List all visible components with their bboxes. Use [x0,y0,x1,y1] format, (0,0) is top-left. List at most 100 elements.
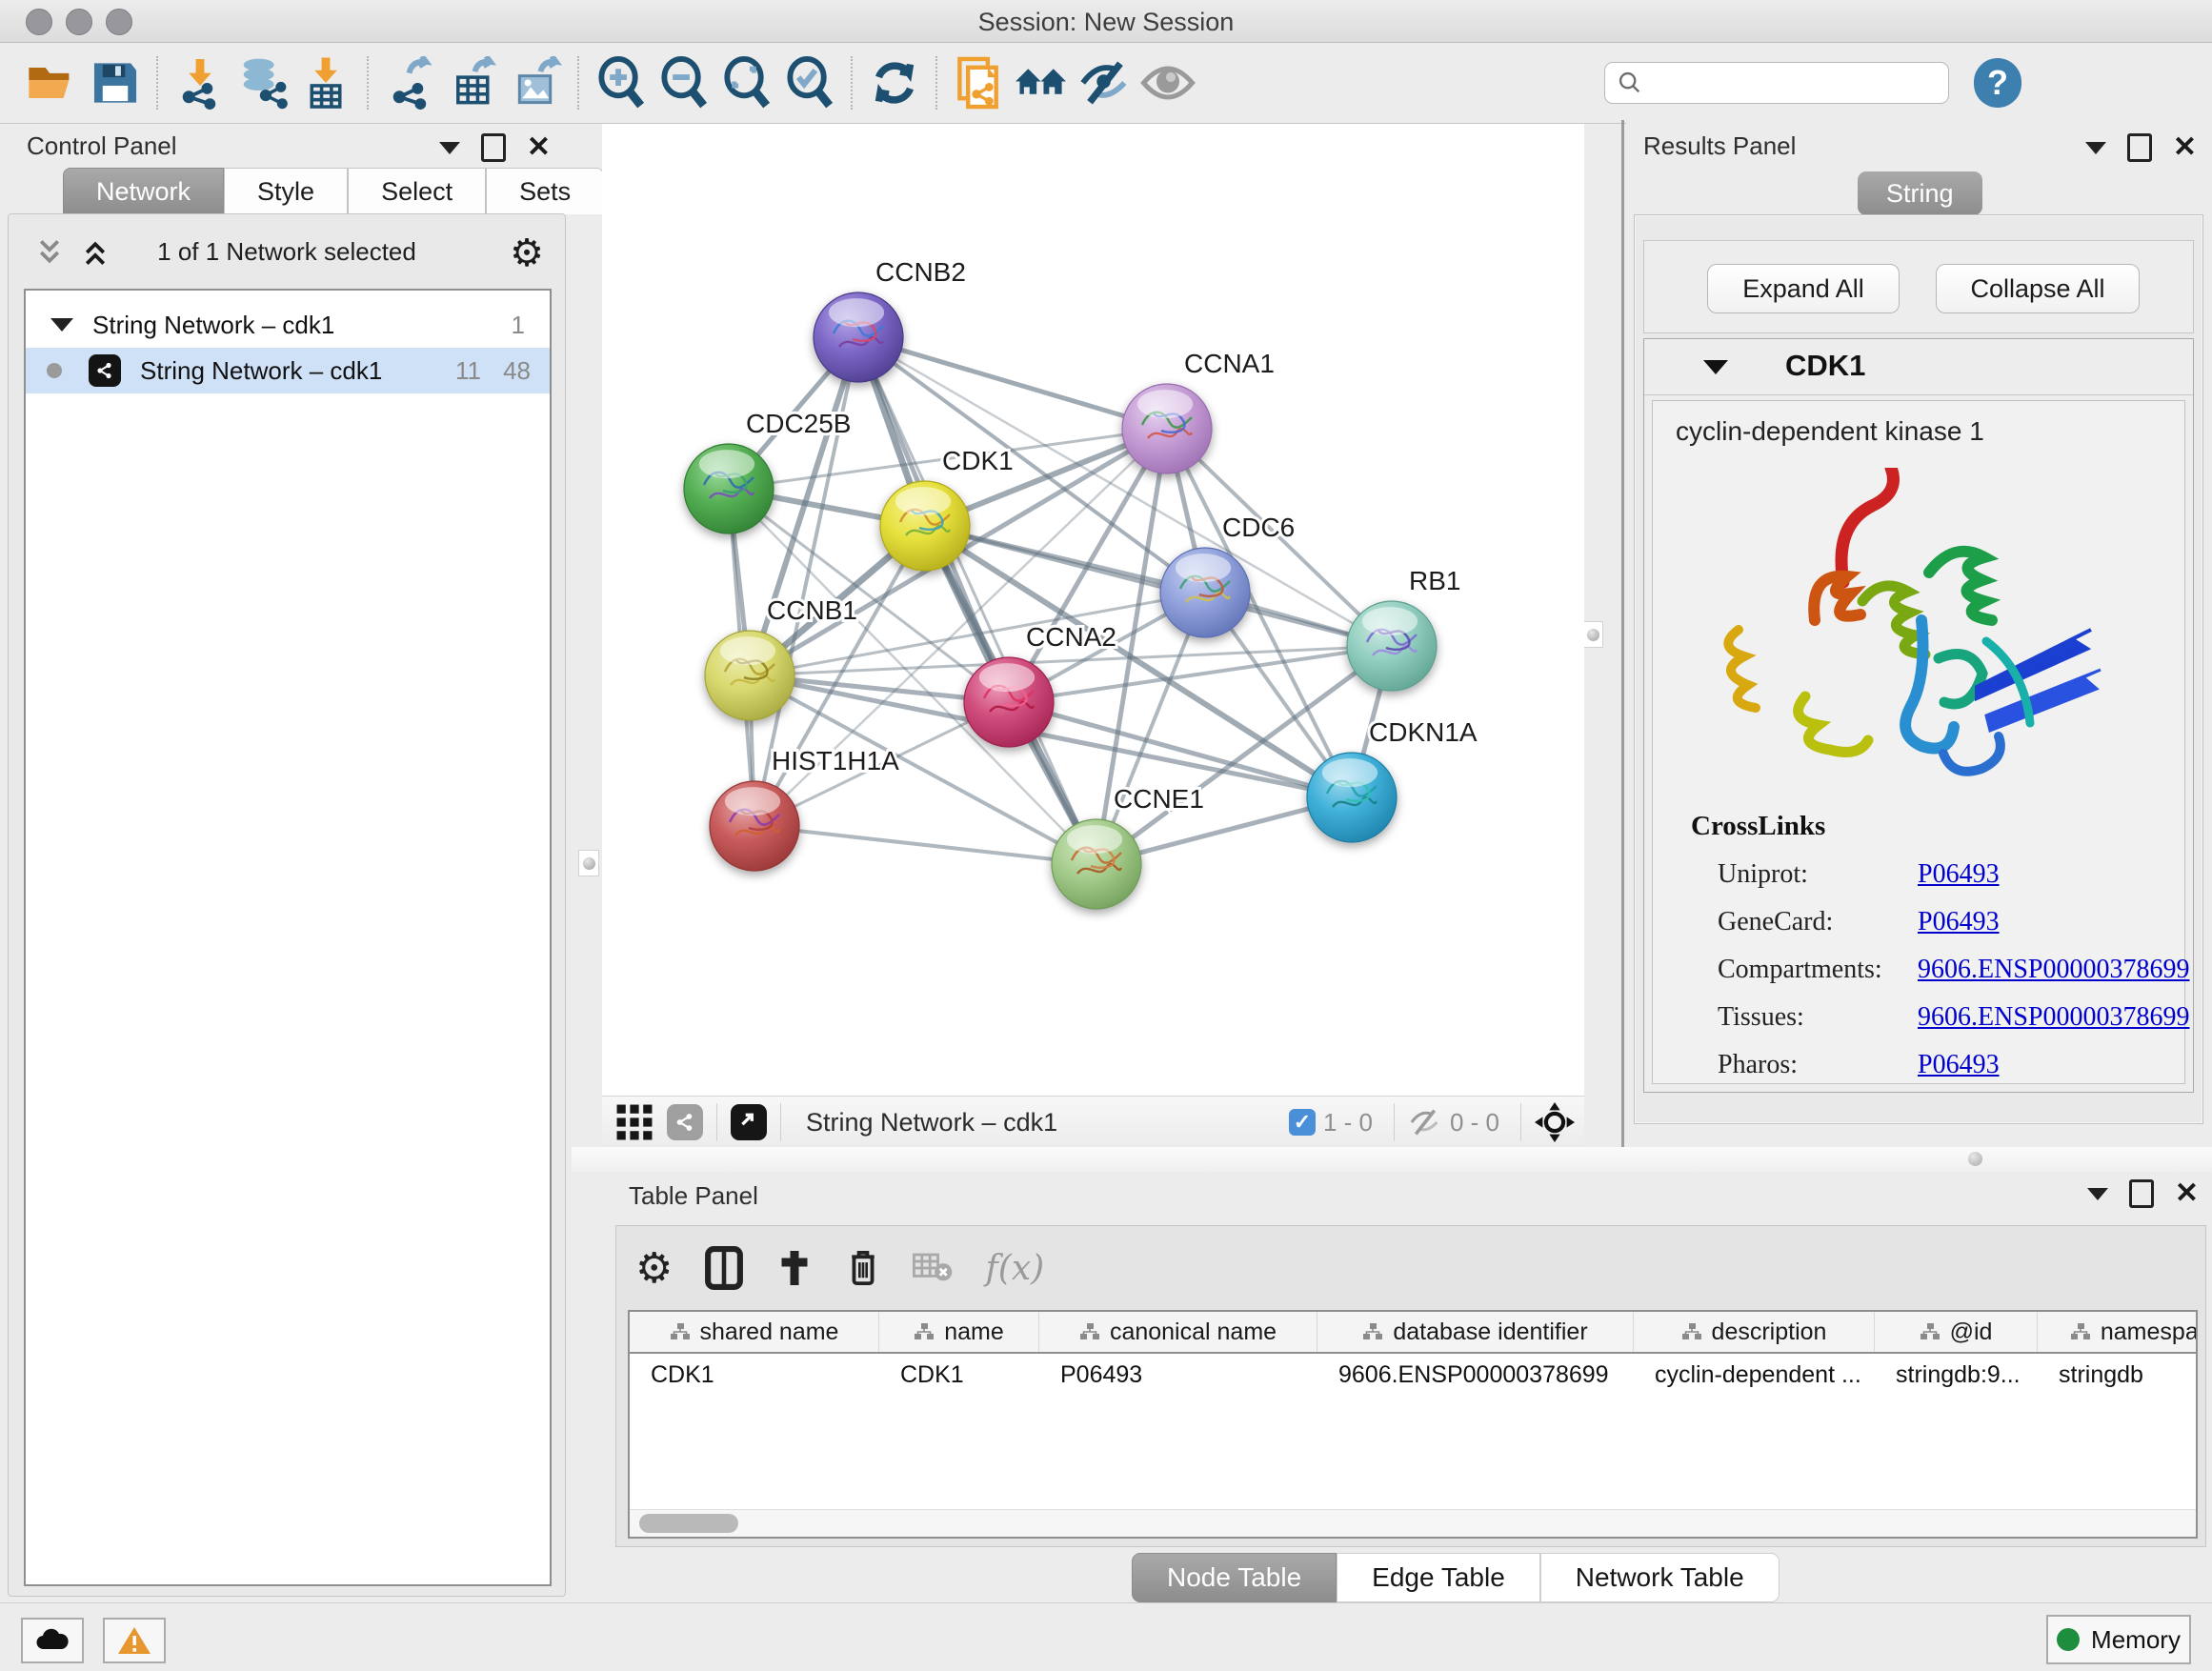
tab-string[interactable]: String [1858,171,1982,215]
tab-select[interactable]: Select [348,168,486,214]
tab-network-table[interactable]: Network Table [1540,1553,1780,1602]
column-header-shared-name[interactable]: shared name [630,1312,879,1352]
network-share-icon[interactable] [667,1104,703,1140]
panel-close-icon[interactable]: ✕ [2175,1182,2199,1205]
add-column-icon[interactable] [775,1248,814,1288]
results-panel-title: Results Panel [1643,131,1796,161]
gene-section-header[interactable]: CDK1 [1644,339,2193,395]
column-header-canonical-name[interactable]: canonical name [1039,1312,1317,1352]
node-CCNE1[interactable] [1052,819,1141,909]
expand-all-button[interactable]: Expand All [1707,264,1900,313]
scrollbar-thumb[interactable] [639,1514,738,1533]
toolbar-separator [935,56,938,110]
panel-close-icon[interactable]: ✕ [527,136,551,159]
panel-float-icon[interactable] [2129,1179,2154,1208]
node-RB1[interactable] [1347,601,1437,691]
node-CCNB1[interactable] [705,631,794,720]
refresh-icon[interactable] [863,53,926,112]
crosslink-row: GeneCard:P06493 [1691,907,2189,937]
collapse-all-button[interactable]: Collapse All [1936,264,2140,313]
hide-selected-eye-slash-icon[interactable] [1074,53,1136,112]
collection-expand-icon[interactable] [50,318,73,332]
help-button[interactable]: ? [1974,58,2021,108]
node-CDC25B[interactable] [684,444,774,534]
import-table-from-file-icon[interactable] [294,53,357,112]
crosslink-label: Uniprot: [1691,859,1918,890]
delete-column-icon[interactable] [846,1247,880,1289]
grid-view-icon[interactable] [615,1103,654,1141]
edge-CCNB2-CCNA1[interactable] [858,337,1167,429]
crosslink-link[interactable]: P06493 [1918,1050,2000,1080]
string-protein-query-icon[interactable] [1011,53,1074,112]
column-header--id[interactable]: @id [1875,1312,2038,1352]
column-header-namespace[interactable]: namespace [2038,1312,2198,1352]
node-CDK1[interactable] [880,481,970,571]
edge-CCNB2-CCNE1[interactable] [858,337,1096,864]
save-session-icon[interactable] [84,53,147,112]
column-header-description[interactable]: description [1634,1312,1875,1352]
crosslink-link[interactable]: P06493 [1918,859,2000,890]
zoom-selected-icon[interactable] [778,53,841,112]
tab-edge-table[interactable]: Edge Table [1337,1553,1540,1602]
network-options-gear-icon[interactable]: ⚙ [510,232,544,275]
application-window: Session: New Session [0,0,2212,1671]
panel-close-icon[interactable]: ✕ [2173,136,2197,159]
column-header-database-identifier[interactable]: database identifier [1317,1312,1634,1352]
table-row[interactable]: CDK1CDK1P064939606.ENSP00000378699cyclin… [630,1354,2198,1396]
search-input[interactable] [1643,69,1933,97]
zoom-fit-icon[interactable] [715,53,778,112]
network-view[interactable]: CCNB2CCNA1CDC25BCDK1CDC6RB1CCNB1CCNA2CDK… [602,124,1584,1096]
node-CCNB2[interactable] [814,292,903,382]
left-splitter-handle[interactable] [578,850,599,876]
tab-node-table[interactable]: Node Table [1132,1553,1337,1602]
network-row[interactable]: String Network – cdk1 11 48 [26,348,550,393]
node-CDC6[interactable] [1160,548,1250,637]
import-network-from-database-icon[interactable] [231,53,294,112]
table-panel-splitter[interactable] [572,1147,2212,1172]
edge-CDK1-RB1[interactable] [925,526,1392,646]
node-CDKN1A[interactable] [1307,753,1397,842]
show-columns-icon[interactable] [705,1246,743,1290]
table-panel-title: Table Panel [629,1181,758,1211]
open-in-new-window-icon[interactable] [731,1104,767,1140]
memory-button[interactable]: Memory [2046,1615,2191,1664]
panel-menu-icon[interactable] [439,142,460,154]
panel-float-icon[interactable] [481,133,506,162]
zoom-in-icon[interactable] [590,53,653,112]
warning-status-button[interactable] [103,1618,166,1663]
search-field[interactable] [1604,62,1949,104]
table-options-gear-icon[interactable]: ⚙ [635,1244,673,1293]
node-CCNA1[interactable] [1122,384,1212,473]
show-all-eye-icon[interactable] [1136,53,1199,112]
right-splitter-handle[interactable] [1582,621,1603,648]
import-network-from-file-icon[interactable] [169,53,231,112]
birdseye-navigator-icon[interactable] [1535,1102,1575,1142]
crosslink-link[interactable]: 9606.ENSP00000378699 [1918,1002,2189,1033]
export-table-icon[interactable] [442,53,505,112]
tab-network[interactable]: Network [63,168,224,214]
table-horizontal-scrollbar[interactable] [630,1509,2196,1537]
cloud-status-button[interactable] [21,1618,84,1663]
clone-network-icon[interactable] [948,53,1011,112]
splitter-handle[interactable] [1968,1152,1982,1166]
zoom-out-icon[interactable] [653,53,715,112]
node-CCNA2[interactable] [964,657,1054,747]
function-builder-icon[interactable]: f(x) [985,1249,1044,1288]
column-header-name[interactable]: name [879,1312,1039,1352]
open-session-icon[interactable] [21,53,84,112]
export-image-icon[interactable] [505,53,568,112]
tab-sets[interactable]: Sets [486,168,604,214]
export-network-icon[interactable] [379,53,442,112]
node-HIST1H1A[interactable] [710,781,799,871]
tab-style[interactable]: Style [224,168,348,214]
network-collection-row[interactable]: String Network – cdk1 1 [26,302,550,348]
delete-table-icon[interactable] [913,1253,953,1283]
crosslink-link[interactable]: 9606.ENSP00000378699 [1918,955,2189,985]
edge-HIST1H1A-CCNE1[interactable] [754,826,1096,864]
selected-checkbox-icon[interactable]: ✓ [1289,1109,1316,1136]
panel-menu-icon[interactable] [2087,1188,2108,1200]
crosslink-link[interactable]: P06493 [1918,907,2000,937]
panel-menu-icon[interactable] [2085,142,2106,154]
gene-collapse-icon[interactable] [1703,360,1728,374]
panel-float-icon[interactable] [2127,133,2152,162]
